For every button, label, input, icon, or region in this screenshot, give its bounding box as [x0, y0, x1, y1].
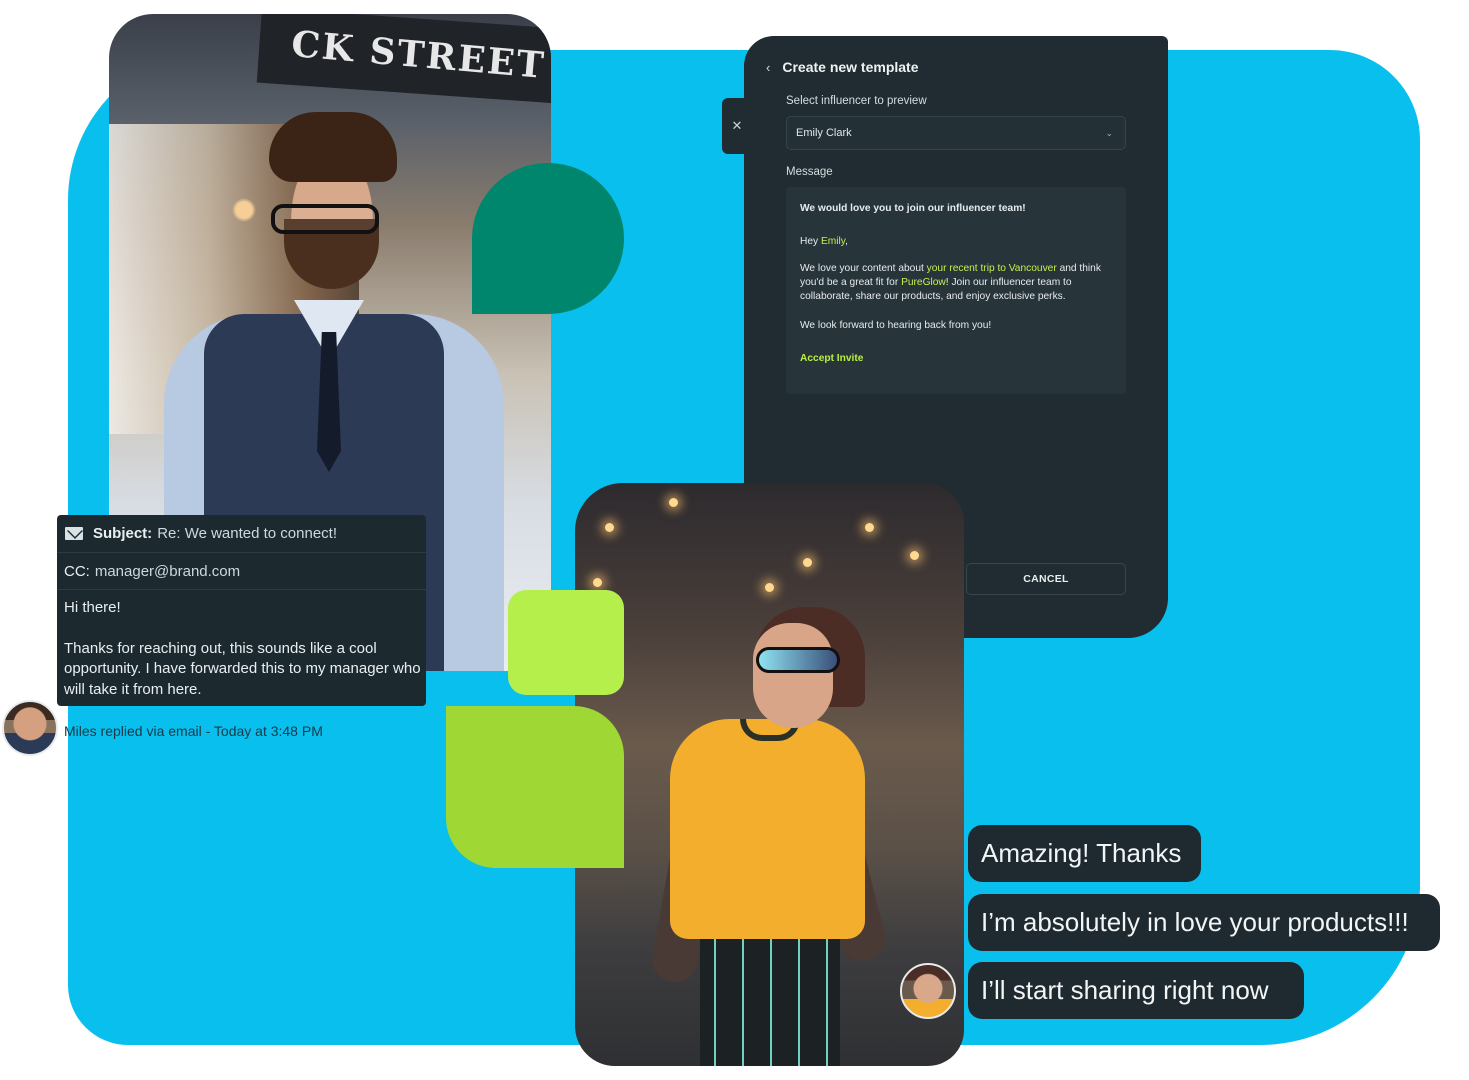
street-light	[605, 523, 614, 532]
chevron-left-icon[interactable]: ‹	[766, 60, 770, 75]
street-light	[669, 498, 678, 507]
email-cc-value: manager@brand.com	[94, 562, 241, 580]
woman-pants	[700, 923, 840, 1066]
dialog-title: Create new template	[782, 59, 919, 75]
chat-message: Amazing! Thanks	[968, 825, 1201, 882]
message-greeting: Hey Emily,	[800, 236, 848, 247]
woman-sunglasses	[756, 647, 840, 673]
brand-token: PureGlow	[901, 277, 946, 288]
message-label: Message	[786, 166, 833, 178]
woman-face	[753, 623, 833, 728]
mail-icon	[65, 527, 83, 540]
avatar	[2, 700, 58, 756]
email-cc-row: CC: manager@brand.com	[57, 553, 426, 590]
man-hair	[269, 112, 397, 182]
email-subject-key: Subject:	[93, 525, 153, 542]
email-cc-key: CC:	[64, 562, 90, 580]
message-paragraph-2: We look forward to hearing back from you…	[800, 320, 992, 331]
influencer-select-value: Emily Clark	[796, 127, 852, 139]
email-greeting: Hi there!	[64, 599, 121, 616]
content-topic-token: your recent trip to Vancouver	[926, 263, 1057, 274]
decor-green-shape	[446, 706, 624, 868]
dialog-header: ‹ Create new template	[766, 59, 919, 75]
street-light	[910, 551, 919, 560]
influencer-name-token: Emily	[820, 236, 846, 247]
chat-message: I’ll start sharing right now	[968, 962, 1304, 1019]
street-light	[803, 558, 812, 567]
street-light	[765, 583, 774, 592]
email-body: Hi there! Thanks for reaching out, this …	[64, 598, 424, 700]
chevron-down-icon: ⌄	[1105, 127, 1113, 138]
email-body-text: Thanks for reaching out, this sounds lik…	[64, 639, 421, 698]
accept-invite-link[interactable]: Accept Invite	[800, 352, 1112, 366]
avatar	[900, 963, 956, 1019]
street-light	[865, 523, 874, 532]
street-light	[593, 578, 602, 587]
influencer-select-label: Select influencer to preview	[786, 95, 927, 107]
email-reply-card[interactable]: Subject: Re: We wanted to connect! CC: m…	[57, 515, 426, 706]
decor-lime-shape	[508, 590, 624, 695]
message-subject: We would love you to join our influencer…	[800, 203, 1026, 214]
email-subject-row: Subject: Re: We wanted to connect!	[57, 515, 426, 553]
decor-teal-shape	[472, 163, 624, 314]
influencer-select[interactable]: Emily Clark ⌄	[786, 116, 1126, 150]
message-paragraph-1: We love your content about your recent t…	[800, 263, 1101, 302]
reply-meta: Miles replied via email - Today at 3:48 …	[64, 723, 323, 739]
woman-shirt	[670, 719, 865, 939]
email-subject-value: Re: We wanted to connect!	[157, 525, 338, 542]
message-preview[interactable]: We would love you to join our influencer…	[786, 187, 1126, 394]
chat-message: I’m absolutely in love your products!!!	[968, 894, 1440, 951]
man-glasses	[271, 204, 379, 234]
cancel-button[interactable]: CANCEL	[966, 563, 1126, 595]
